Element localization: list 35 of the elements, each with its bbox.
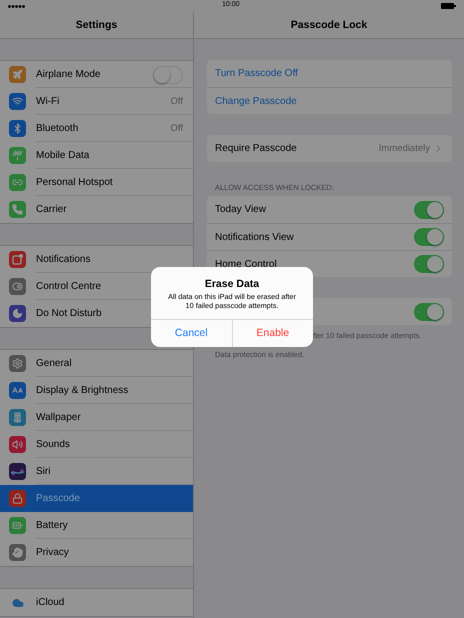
toggle-switch[interactable] (414, 302, 444, 320)
item-label: Privacy (36, 547, 70, 558)
item-label: Carrier (36, 204, 68, 215)
item-label: Battery (36, 520, 69, 531)
item-label: Do Not Disturb (36, 308, 103, 319)
item-label: Mobile Data (36, 150, 90, 161)
sidebar-title: Settings (76, 19, 118, 31)
row-label: Home Control (215, 258, 277, 270)
toggle-switch[interactable] (414, 228, 444, 246)
signal-icon (8, 4, 25, 8)
item-label: iCloud (36, 597, 66, 608)
item-label: Notifications (36, 254, 92, 265)
item-label: Bluetooth (36, 123, 80, 134)
item-label: Airplane Mode (36, 69, 102, 80)
item-label: Wallpaper (36, 412, 82, 423)
item-label: Sounds (36, 439, 71, 450)
toggle-switch[interactable] (153, 66, 183, 84)
page-title: Passcode Lock (290, 19, 368, 31)
dialog-title: Erase Data (204, 277, 260, 292)
row-label: Today View (215, 204, 266, 215)
item-value: Off (170, 96, 183, 107)
item-label: Personal Hotspot (36, 177, 114, 188)
row-value: Immediately (378, 143, 430, 154)
toggle-switch[interactable] (414, 200, 444, 218)
battery-icon (441, 3, 456, 9)
item-label: Display & Brightness (36, 385, 130, 396)
row-label: Notifications View (215, 232, 294, 242)
item-value: Off (170, 123, 183, 134)
row-label: Require Passcode (215, 143, 297, 154)
item-label: Control Centre (36, 281, 102, 292)
toggle-switch[interactable] (414, 255, 444, 273)
item-label: Siri (36, 466, 52, 477)
item-label: General (36, 358, 73, 369)
item-label: Wi-Fi (36, 96, 60, 107)
item-label: Passcode (36, 493, 81, 504)
